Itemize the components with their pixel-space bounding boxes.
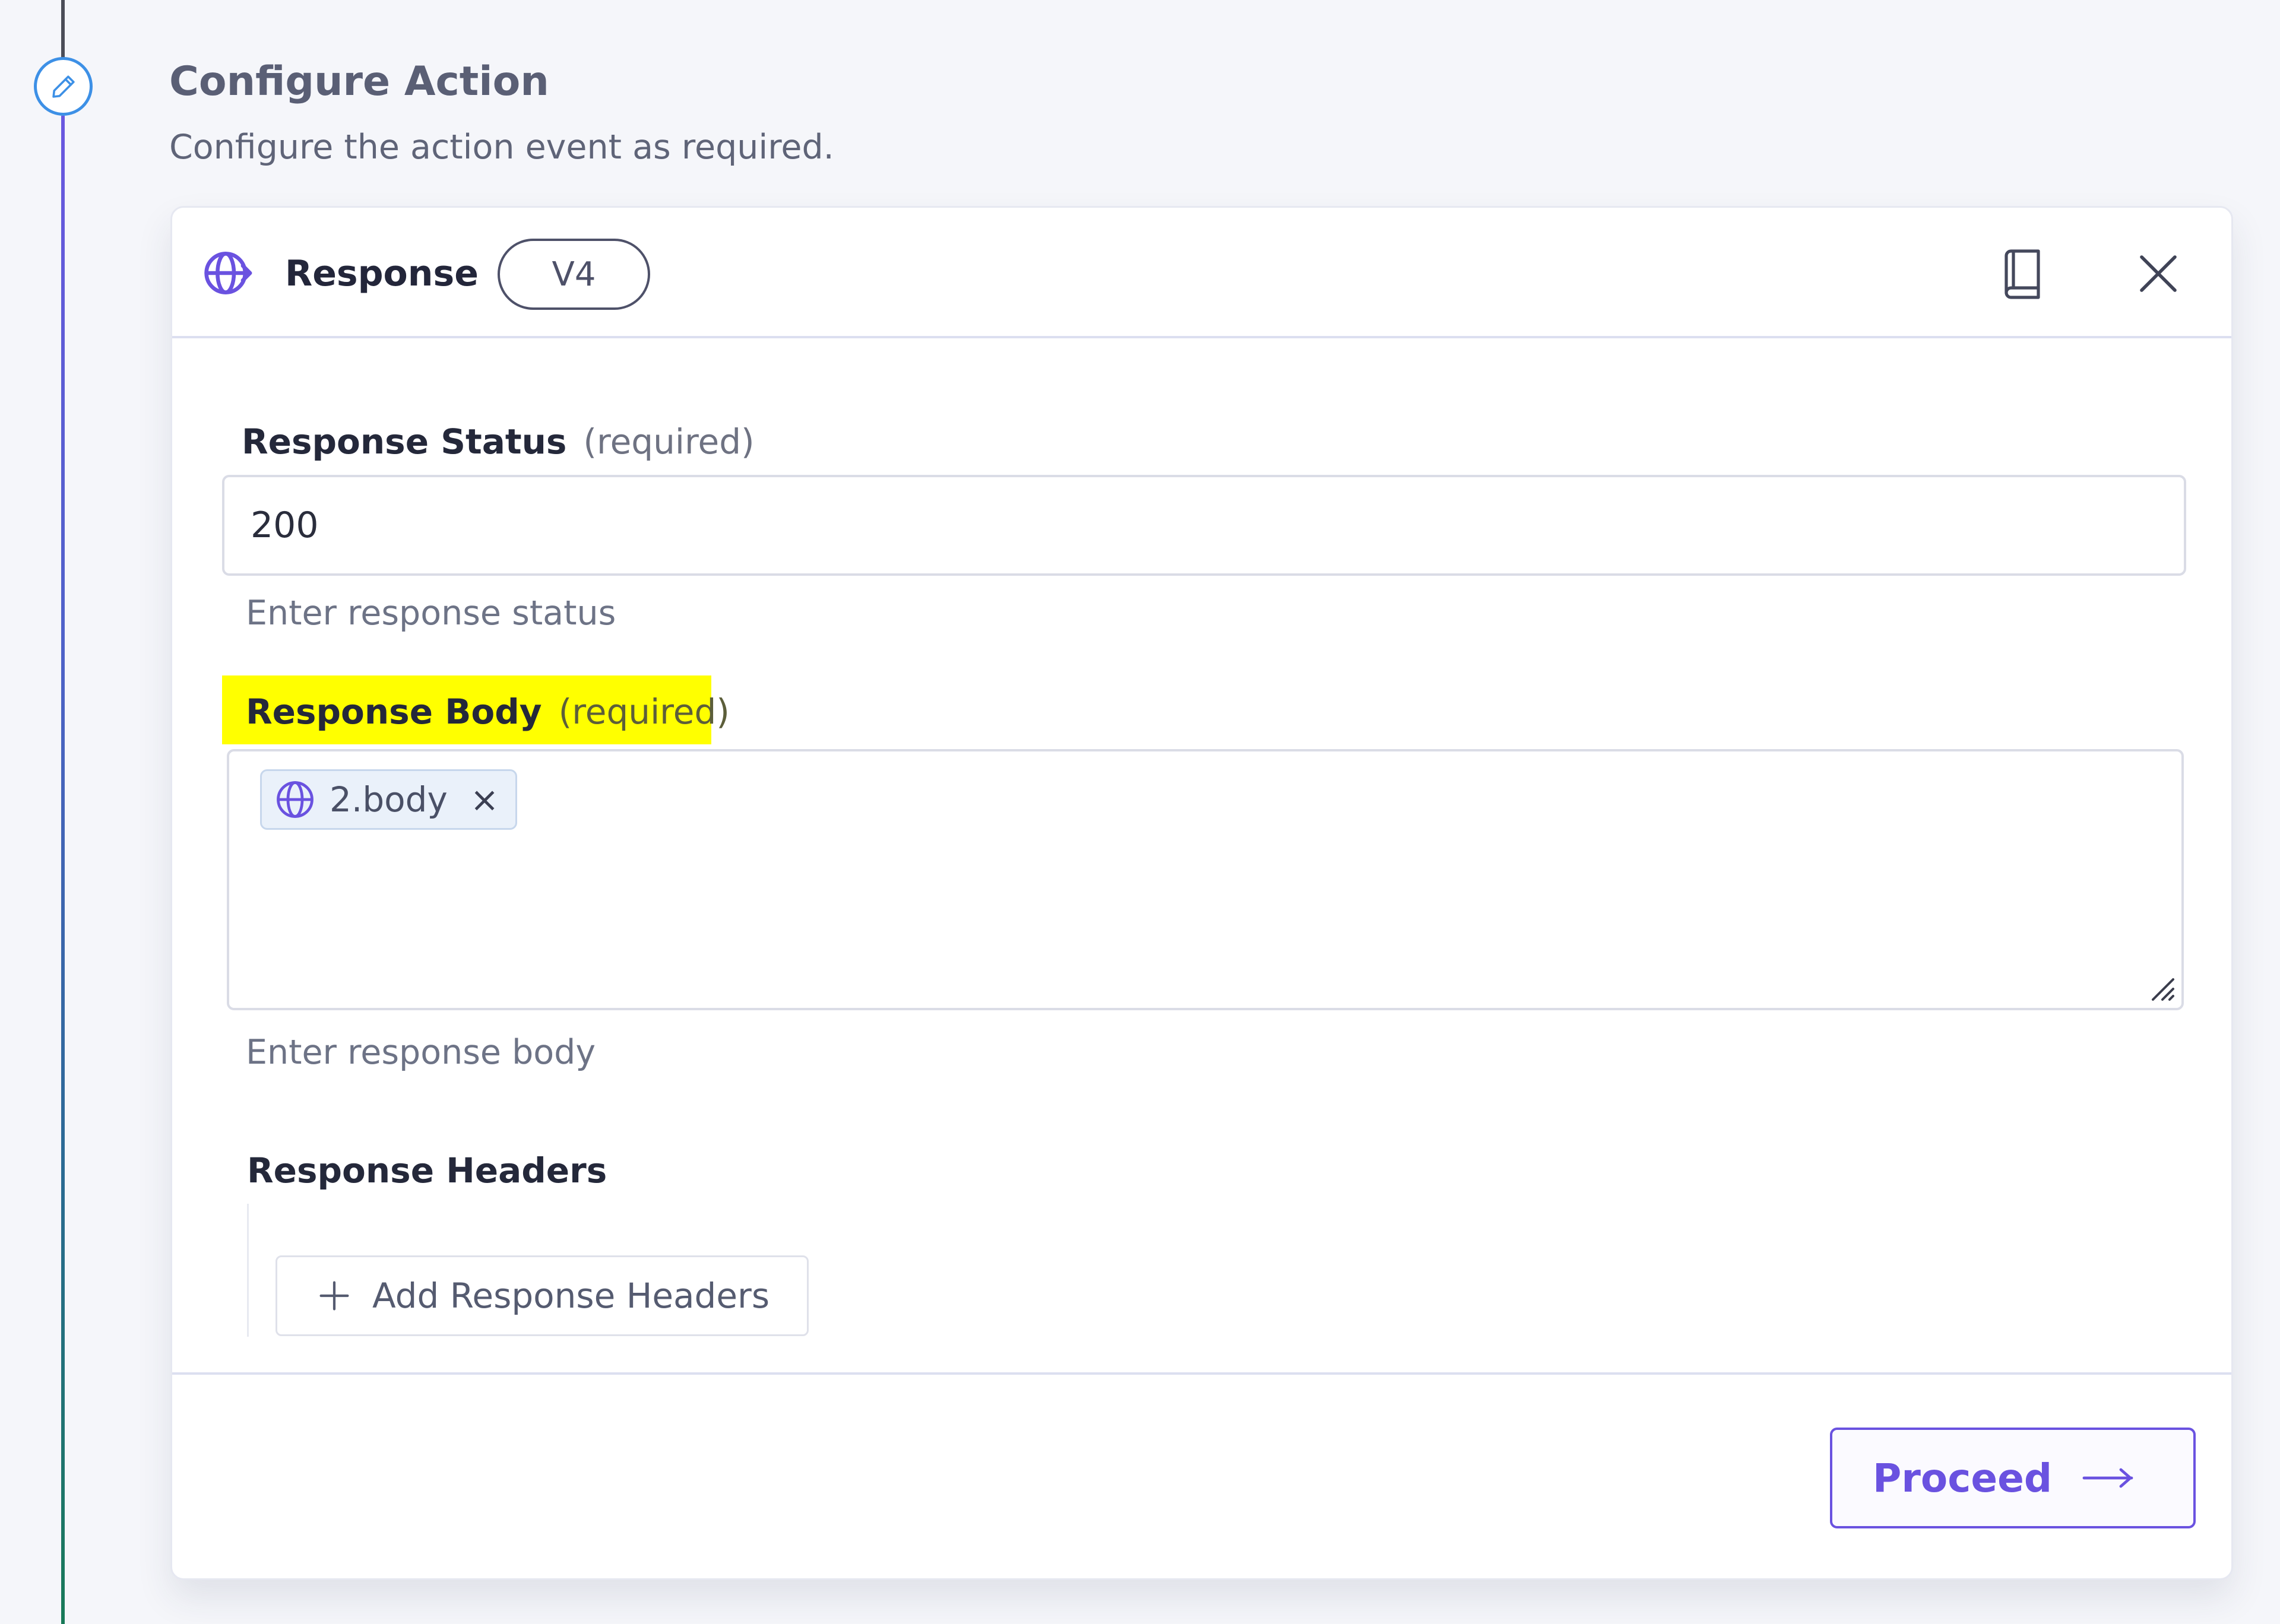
globe-arrow-icon xyxy=(204,252,252,294)
chip-remove-button[interactable]: × xyxy=(470,782,499,817)
response-status-input[interactable] xyxy=(222,475,2186,576)
variable-chip[interactable]: 2.body × xyxy=(260,769,518,830)
version-badge: V4 xyxy=(498,239,650,310)
timeline-connector-top xyxy=(61,0,65,59)
section-subtitle: Configure the action event as required. xyxy=(169,128,834,167)
add-response-headers-button[interactable]: Add Response Headers xyxy=(276,1255,809,1336)
card-header: Response V4 xyxy=(172,208,2231,338)
variable-chip-label: 2.body xyxy=(330,779,448,820)
required-marker: (required) xyxy=(583,421,755,462)
response-status-label-text: Response Status xyxy=(242,421,567,462)
response-status-hint: Enter response status xyxy=(246,594,616,633)
docs-button[interactable] xyxy=(1989,241,2054,306)
headers-indent-guide xyxy=(247,1204,249,1337)
card-title: Response xyxy=(285,253,479,294)
proceed-label: Proceed xyxy=(1873,1455,2053,1501)
response-status-label: Response Status (required) xyxy=(242,421,755,462)
section-title: Configure Action xyxy=(169,58,549,105)
globe-icon xyxy=(277,781,314,818)
response-body-label-text: Response Body xyxy=(246,692,542,732)
plus-icon xyxy=(319,1281,349,1311)
response-headers-label: Response Headers xyxy=(247,1150,607,1191)
response-body-label: Response Body (required) xyxy=(246,692,730,732)
book-icon xyxy=(2004,249,2040,299)
resize-grip-icon[interactable] xyxy=(2148,975,2177,1003)
response-body-input[interactable]: 2.body × xyxy=(227,749,2184,1010)
action-config-card: Response V4 Response Status (required) En… xyxy=(170,206,2233,1580)
close-icon xyxy=(2140,255,2177,292)
response-body-hint: Enter response body xyxy=(246,1033,596,1072)
required-marker: (required) xyxy=(558,692,730,732)
arrow-right-icon xyxy=(2082,1468,2133,1488)
step-node xyxy=(34,57,93,116)
timeline-connector xyxy=(61,116,65,1624)
pencil-icon xyxy=(52,75,75,98)
close-button[interactable] xyxy=(2126,241,2191,306)
proceed-button[interactable]: Proceed xyxy=(1830,1428,2196,1528)
footer-divider xyxy=(172,1372,2231,1375)
configure-action-page: Configure Action Configure the action ev… xyxy=(0,0,2280,1624)
add-response-headers-label: Add Response Headers xyxy=(372,1276,770,1316)
